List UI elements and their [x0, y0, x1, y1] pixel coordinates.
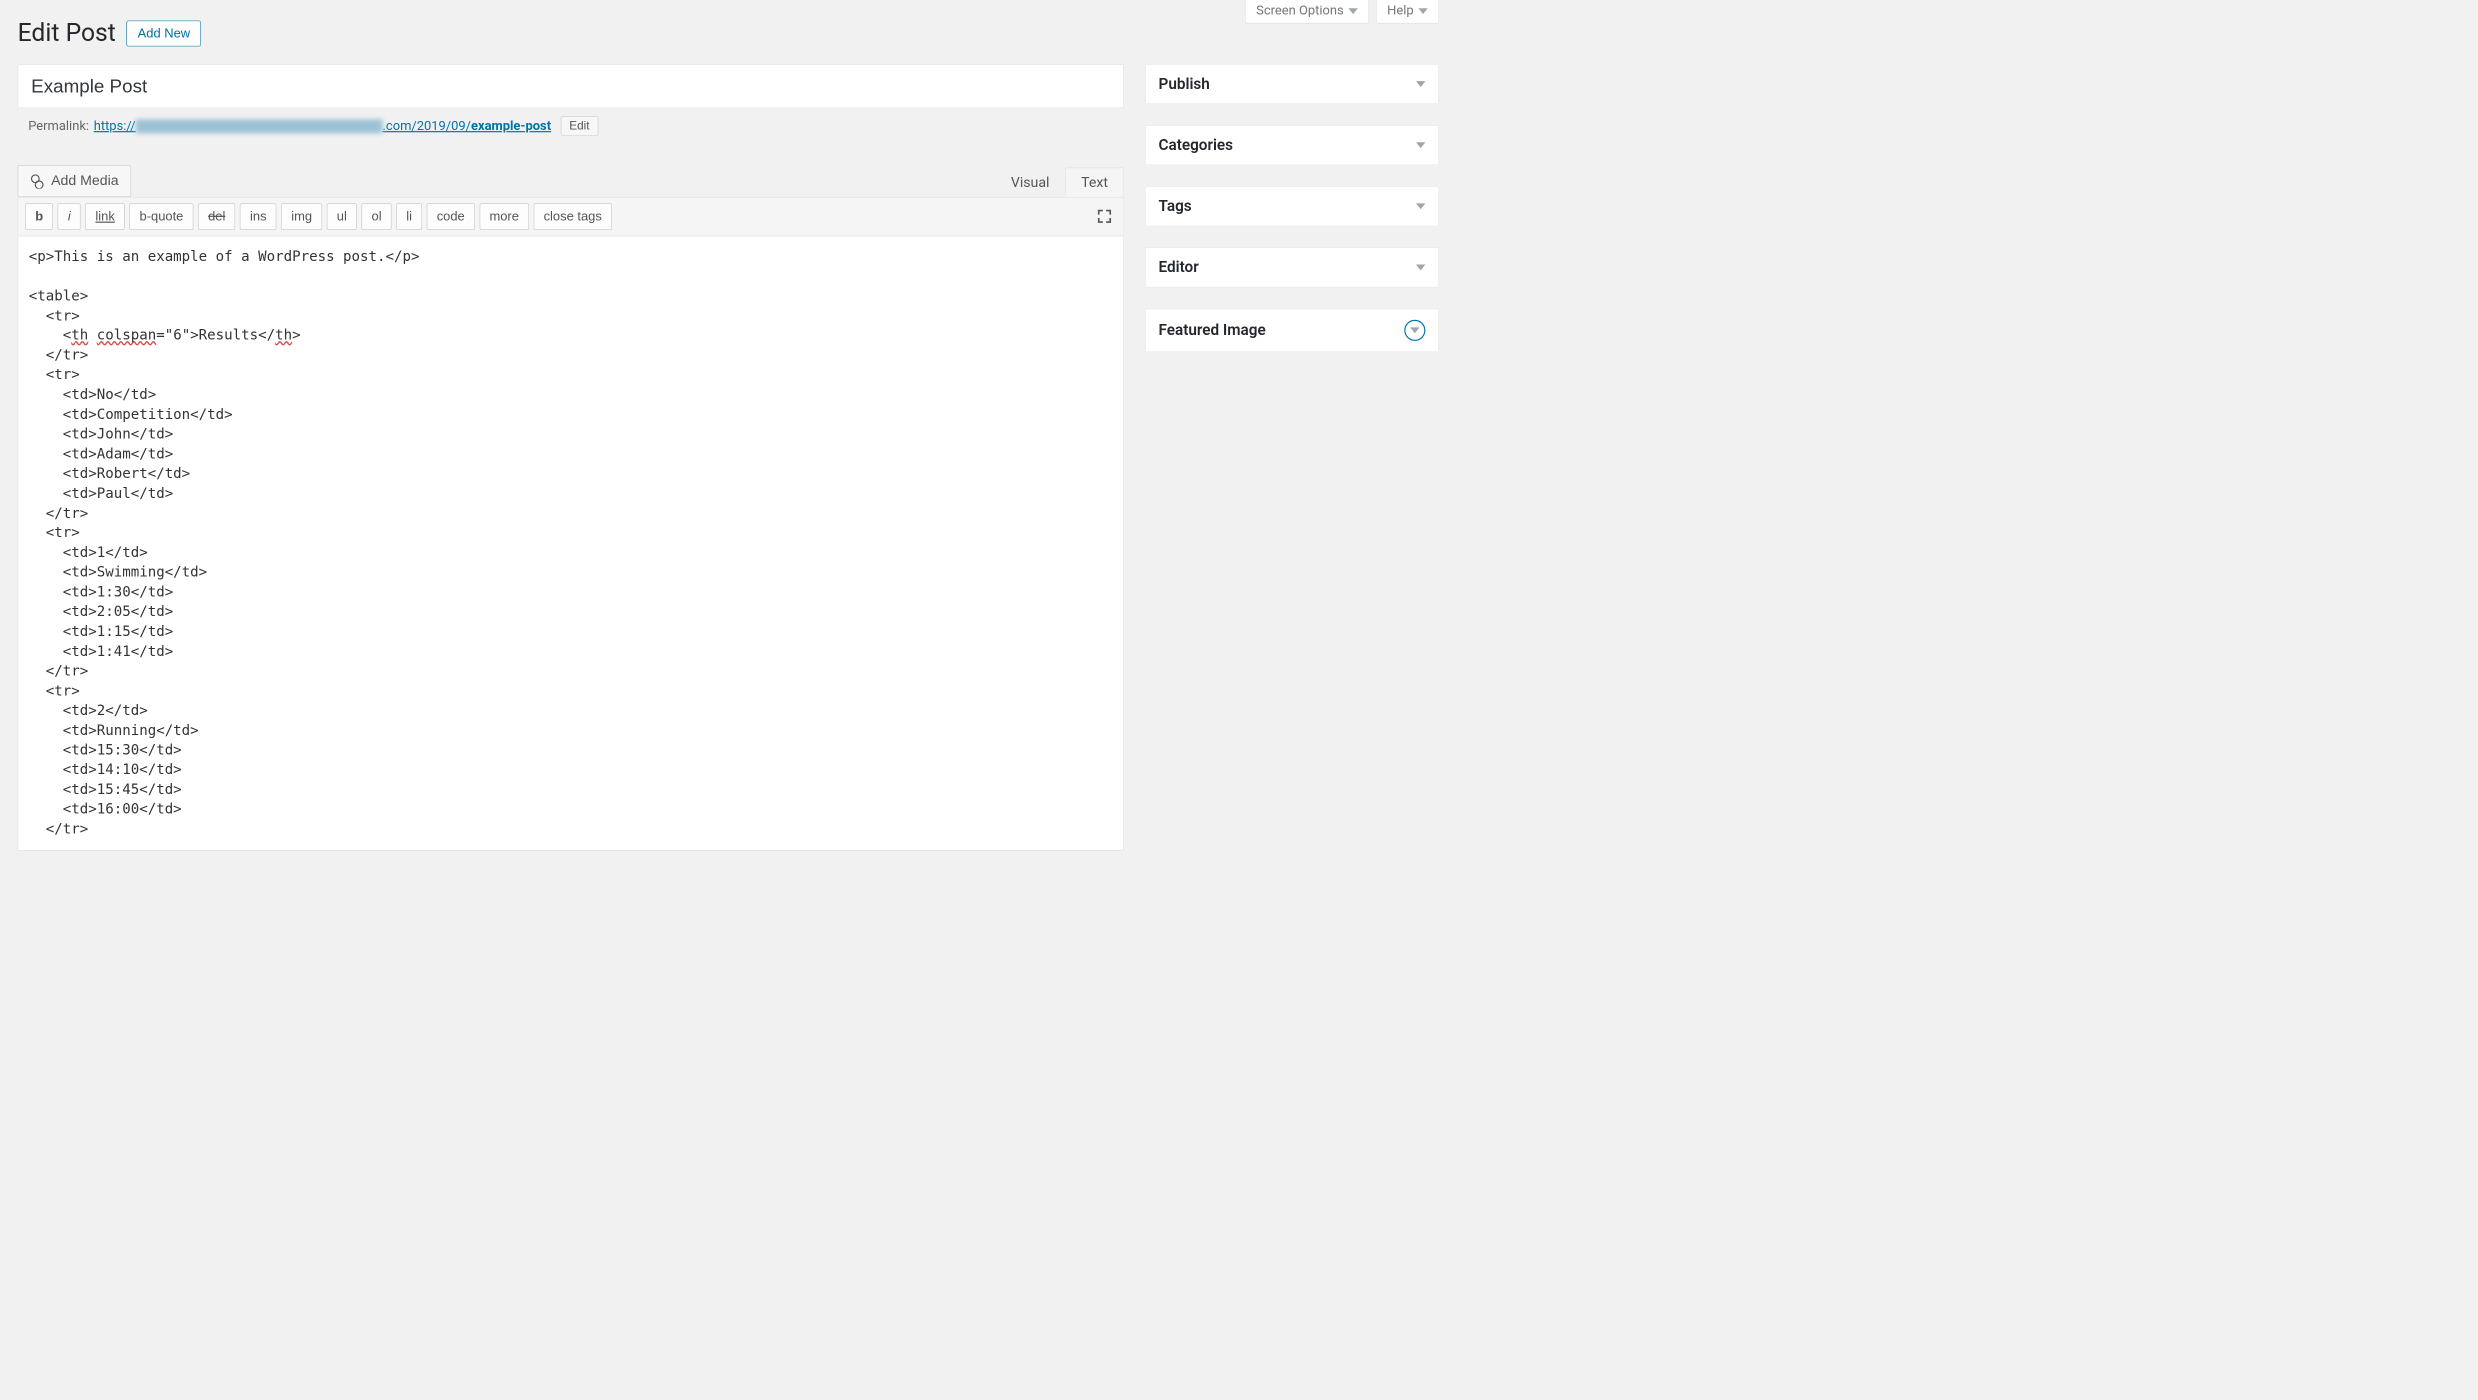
postbox-editor-title: Editor	[1159, 259, 1199, 277]
quicktags-toolbar: b i link b-quote del ins img ul ol li co…	[18, 198, 1123, 237]
postbox-tags-header[interactable]: Tags	[1146, 187, 1439, 226]
postbox-categories-header[interactable]: Categories	[1146, 126, 1439, 165]
postbox-featured-image-header[interactable]: Featured Image	[1146, 309, 1439, 351]
tab-visual[interactable]: Visual	[995, 168, 1065, 197]
postbox-featured-image: Featured Image	[1145, 309, 1439, 352]
qt-bold-button[interactable]: b	[25, 203, 53, 229]
fullscreen-icon[interactable]	[1093, 205, 1117, 229]
media-icon	[30, 173, 45, 188]
postbox-categories-title: Categories	[1159, 136, 1233, 154]
postbox-featured-image-title: Featured Image	[1159, 322, 1266, 340]
screen-options-button[interactable]: Screen Options	[1245, 0, 1369, 24]
add-media-label: Add Media	[51, 173, 118, 189]
qt-ul-button[interactable]: ul	[327, 203, 357, 229]
qt-code-button[interactable]: code	[427, 203, 475, 229]
help-label: Help	[1387, 4, 1413, 19]
post-content-textarea[interactable]: <p>This is an example of a WordPress pos…	[18, 236, 1123, 850]
qt-bquote-button[interactable]: b-quote	[130, 203, 194, 229]
postbox-publish-title: Publish	[1159, 75, 1210, 93]
help-button[interactable]: Help	[1376, 0, 1439, 24]
postbox-tags-title: Tags	[1159, 198, 1192, 216]
postbox-publish: Publish	[1145, 64, 1439, 104]
postbox-editor-header[interactable]: Editor	[1146, 248, 1439, 287]
tab-text[interactable]: Text	[1065, 168, 1124, 197]
chevron-down-icon	[1416, 265, 1425, 271]
qt-link-button[interactable]: link	[85, 203, 124, 229]
chevron-down-icon	[1416, 203, 1425, 209]
qt-li-button[interactable]: li	[396, 203, 422, 229]
qt-closetags-button[interactable]: close tags	[534, 203, 612, 229]
chevron-down-icon	[1418, 8, 1427, 14]
edit-permalink-button[interactable]: Edit	[560, 116, 598, 135]
add-new-button[interactable]: Add New	[126, 20, 201, 46]
post-title-input[interactable]	[18, 64, 1124, 108]
permalink-blurred-domain	[136, 119, 383, 133]
postbox-categories: Categories	[1145, 125, 1439, 165]
qt-more-button[interactable]: more	[479, 203, 528, 229]
qt-ins-button[interactable]: ins	[240, 203, 277, 229]
postbox-publish-header[interactable]: Publish	[1146, 65, 1439, 104]
chevron-down-icon	[1348, 8, 1357, 14]
editor-box: b i link b-quote del ins img ul ol li co…	[18, 197, 1124, 850]
screen-options-label: Screen Options	[1256, 4, 1343, 19]
qt-img-button[interactable]: img	[281, 203, 322, 229]
qt-del-button[interactable]: del	[198, 203, 235, 229]
page-title: Edit Post	[18, 19, 116, 48]
postbox-editor: Editor	[1145, 247, 1439, 287]
add-media-button[interactable]: Add Media	[18, 165, 131, 197]
permalink-row: Permalink: https://.com/2019/09/example-…	[18, 108, 1124, 136]
qt-ol-button[interactable]: ol	[362, 203, 392, 229]
qt-italic-button[interactable]: i	[58, 203, 81, 229]
chevron-down-icon	[1404, 320, 1425, 341]
permalink-label: Permalink:	[28, 119, 89, 134]
chevron-down-icon	[1416, 142, 1425, 148]
chevron-down-icon	[1416, 81, 1425, 87]
postbox-tags: Tags	[1145, 186, 1439, 226]
permalink-link[interactable]: https://.com/2019/09/example-post	[94, 119, 551, 134]
